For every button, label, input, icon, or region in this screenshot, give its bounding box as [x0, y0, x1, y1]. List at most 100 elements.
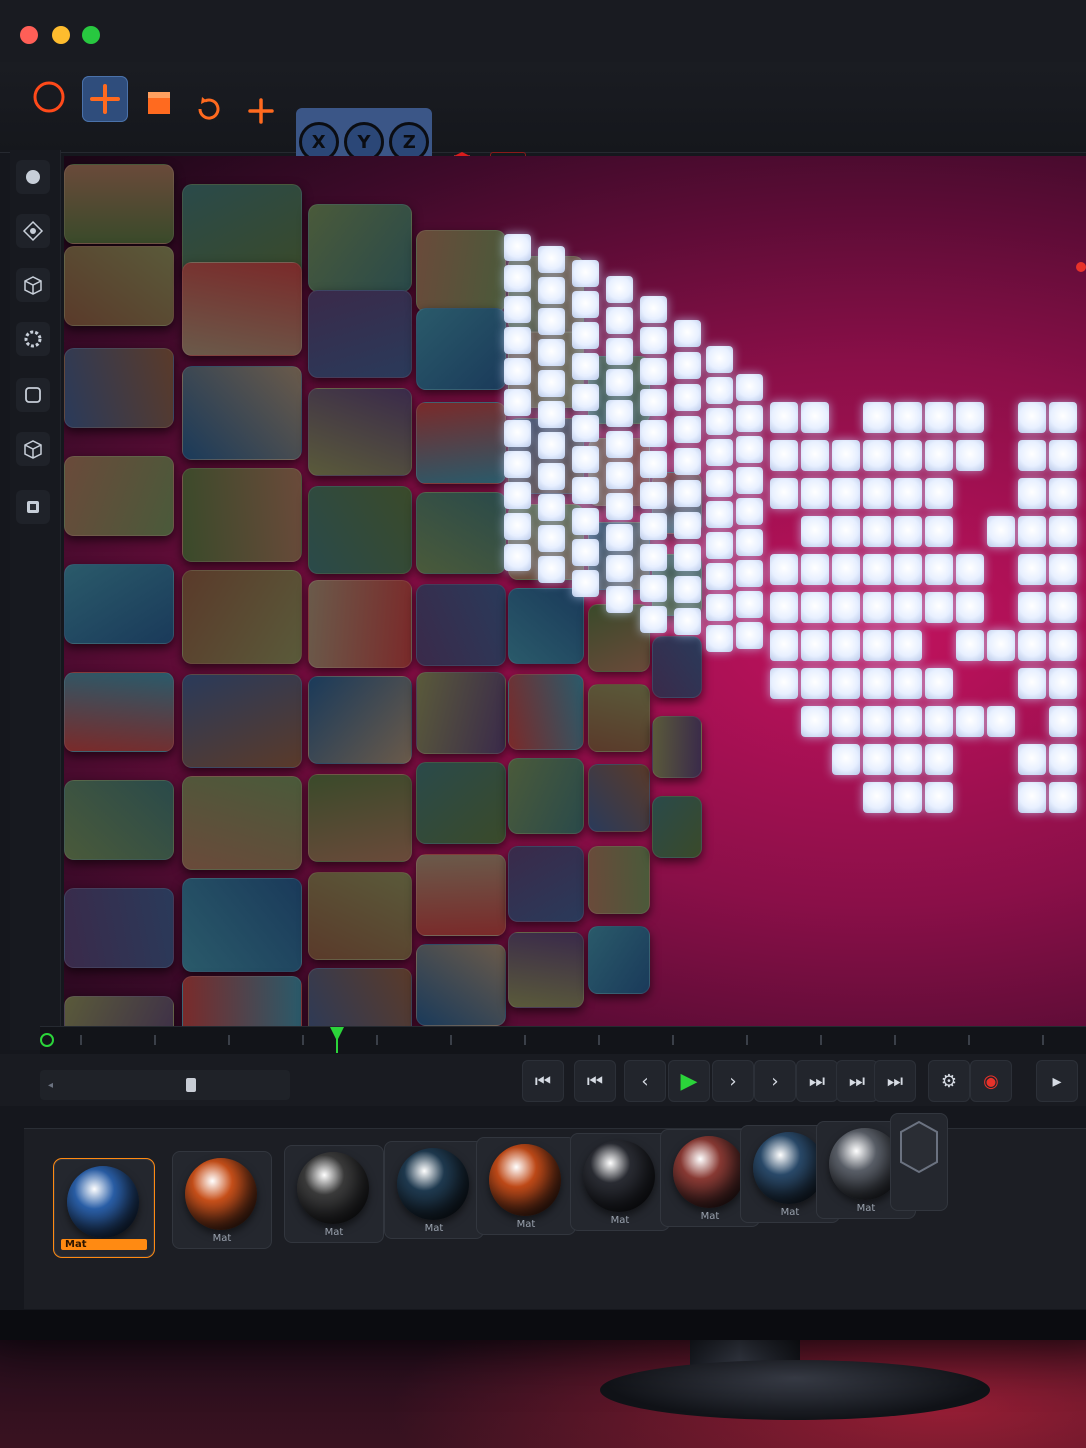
3d-viewport[interactable]: [64, 156, 1086, 1026]
cube-face-icon[interactable]: [136, 80, 182, 126]
move-icon[interactable]: [82, 76, 128, 122]
led-tile: [894, 402, 922, 433]
photo-thumbnail: [508, 846, 584, 922]
led-tile: [606, 462, 633, 489]
cube-icon[interactable]: [16, 268, 50, 302]
app-window: X Y Z ⏮ ⏮ ‹ ▶ › › ⏭ ⏭ ⏭ ⚙ ◉ ▸ ◂ Mat Mat …: [0, 0, 1086, 1310]
step-back-icon[interactable]: ‹: [624, 1060, 666, 1102]
transform-gizmo-icon[interactable]: [16, 214, 50, 248]
led-tile: [801, 554, 829, 585]
led-tile: [736, 374, 763, 401]
material-swatch[interactable]: Mat: [476, 1137, 576, 1235]
led-tile: [1018, 440, 1046, 471]
led-tile: [770, 668, 798, 699]
led-tile: [640, 544, 667, 571]
volume-icon[interactable]: ◂: [48, 1080, 53, 1091]
led-tile: [925, 516, 953, 547]
photo-thumbnail: [308, 774, 412, 862]
led-tile: [1018, 402, 1046, 433]
material-preview-sphere: [67, 1166, 139, 1238]
photo-thumbnail: [182, 776, 302, 870]
led-tile: [925, 402, 953, 433]
photo-thumbnail: [416, 672, 506, 754]
circle-select-icon[interactable]: [26, 74, 72, 120]
box-icon[interactable]: [16, 432, 50, 466]
next-frame-icon[interactable]: ›: [754, 1060, 796, 1102]
led-tile: [674, 512, 701, 539]
timeline-start-marker[interactable]: [40, 1033, 54, 1047]
timeline-scrubber[interactable]: ◂: [40, 1070, 290, 1100]
led-tile: [1049, 744, 1077, 775]
timeline-tick: [672, 1035, 674, 1045]
timeline-tick: [598, 1035, 600, 1045]
previous-key-icon[interactable]: ⏮: [574, 1060, 616, 1102]
sphere-icon[interactable]: [16, 160, 50, 194]
led-tile: [504, 420, 531, 447]
square-icon[interactable]: [16, 378, 50, 412]
close-window-button[interactable]: [20, 26, 38, 44]
photo-thumbnail: [508, 932, 584, 1008]
led-tile: [987, 516, 1015, 547]
play-icon[interactable]: ▶: [668, 1060, 710, 1102]
camera-icon[interactable]: ▸: [1036, 1060, 1078, 1102]
photo-thumbnail: [308, 872, 412, 960]
add-icon[interactable]: [238, 88, 284, 134]
new-material-slot[interactable]: [890, 1113, 948, 1211]
minimize-window-button[interactable]: [52, 26, 70, 44]
led-tile: [770, 630, 798, 661]
timeline-tick: [154, 1035, 156, 1045]
rotate-icon[interactable]: [186, 86, 232, 132]
led-tile: [674, 608, 701, 635]
led-tile: [801, 630, 829, 661]
photo-thumbnail: [416, 230, 506, 312]
led-tile: [925, 554, 953, 585]
led-tile: [504, 296, 531, 323]
material-swatch[interactable]: Mat: [284, 1145, 384, 1243]
led-tile: [572, 508, 599, 535]
led-tile: [894, 592, 922, 623]
led-tile: [894, 630, 922, 661]
skip-forward-icon[interactable]: ⏭: [836, 1060, 878, 1102]
led-tile: [1049, 402, 1077, 433]
photo-thumbnail: [416, 944, 506, 1026]
material-preview-sphere: [673, 1136, 745, 1208]
cog-mesh-icon[interactable]: [16, 322, 50, 356]
led-tile: [572, 477, 599, 504]
material-swatch[interactable]: Mat: [172, 1151, 272, 1249]
snapshot-icon[interactable]: ⚙: [928, 1060, 970, 1102]
maximize-window-button[interactable]: [82, 26, 100, 44]
photo-thumbnail: [64, 246, 174, 326]
timeline-ruler[interactable]: [40, 1026, 1086, 1055]
step-forward-icon[interactable]: ›: [712, 1060, 754, 1102]
photo-thumbnail: [64, 456, 174, 536]
led-tile: [640, 327, 667, 354]
material-swatch[interactable]: Mat: [570, 1133, 670, 1231]
led-tile: [894, 706, 922, 737]
led-tile: [736, 498, 763, 525]
led-tile: [706, 532, 733, 559]
record-icon[interactable]: ◉: [970, 1060, 1012, 1102]
led-tile: [925, 706, 953, 737]
go-to-end-icon[interactable]: ⏭: [874, 1060, 916, 1102]
led-tile: [832, 440, 860, 471]
go-to-start-icon[interactable]: ⏮: [522, 1060, 564, 1102]
material-preview-sphere: [397, 1148, 469, 1220]
led-tile: [770, 402, 798, 433]
layer-icon[interactable]: [16, 490, 50, 524]
led-tile: [674, 544, 701, 571]
next-key-icon[interactable]: ⏭: [796, 1060, 838, 1102]
timeline-tick: [450, 1035, 452, 1045]
material-swatch[interactable]: Mat: [54, 1159, 154, 1257]
scrubber-handle[interactable]: [186, 1078, 196, 1092]
main-toolbar: [0, 62, 1086, 153]
photo-thumbnail: [308, 968, 412, 1026]
photo-thumbnail: [308, 486, 412, 574]
led-tile: [1049, 440, 1077, 471]
led-tile: [572, 384, 599, 411]
led-tile: [572, 291, 599, 318]
led-tile: [770, 554, 798, 585]
photo-thumbnail: [182, 366, 302, 460]
photo-thumbnail: [652, 636, 702, 698]
led-tile: [606, 493, 633, 520]
material-swatch[interactable]: Mat: [384, 1141, 484, 1239]
